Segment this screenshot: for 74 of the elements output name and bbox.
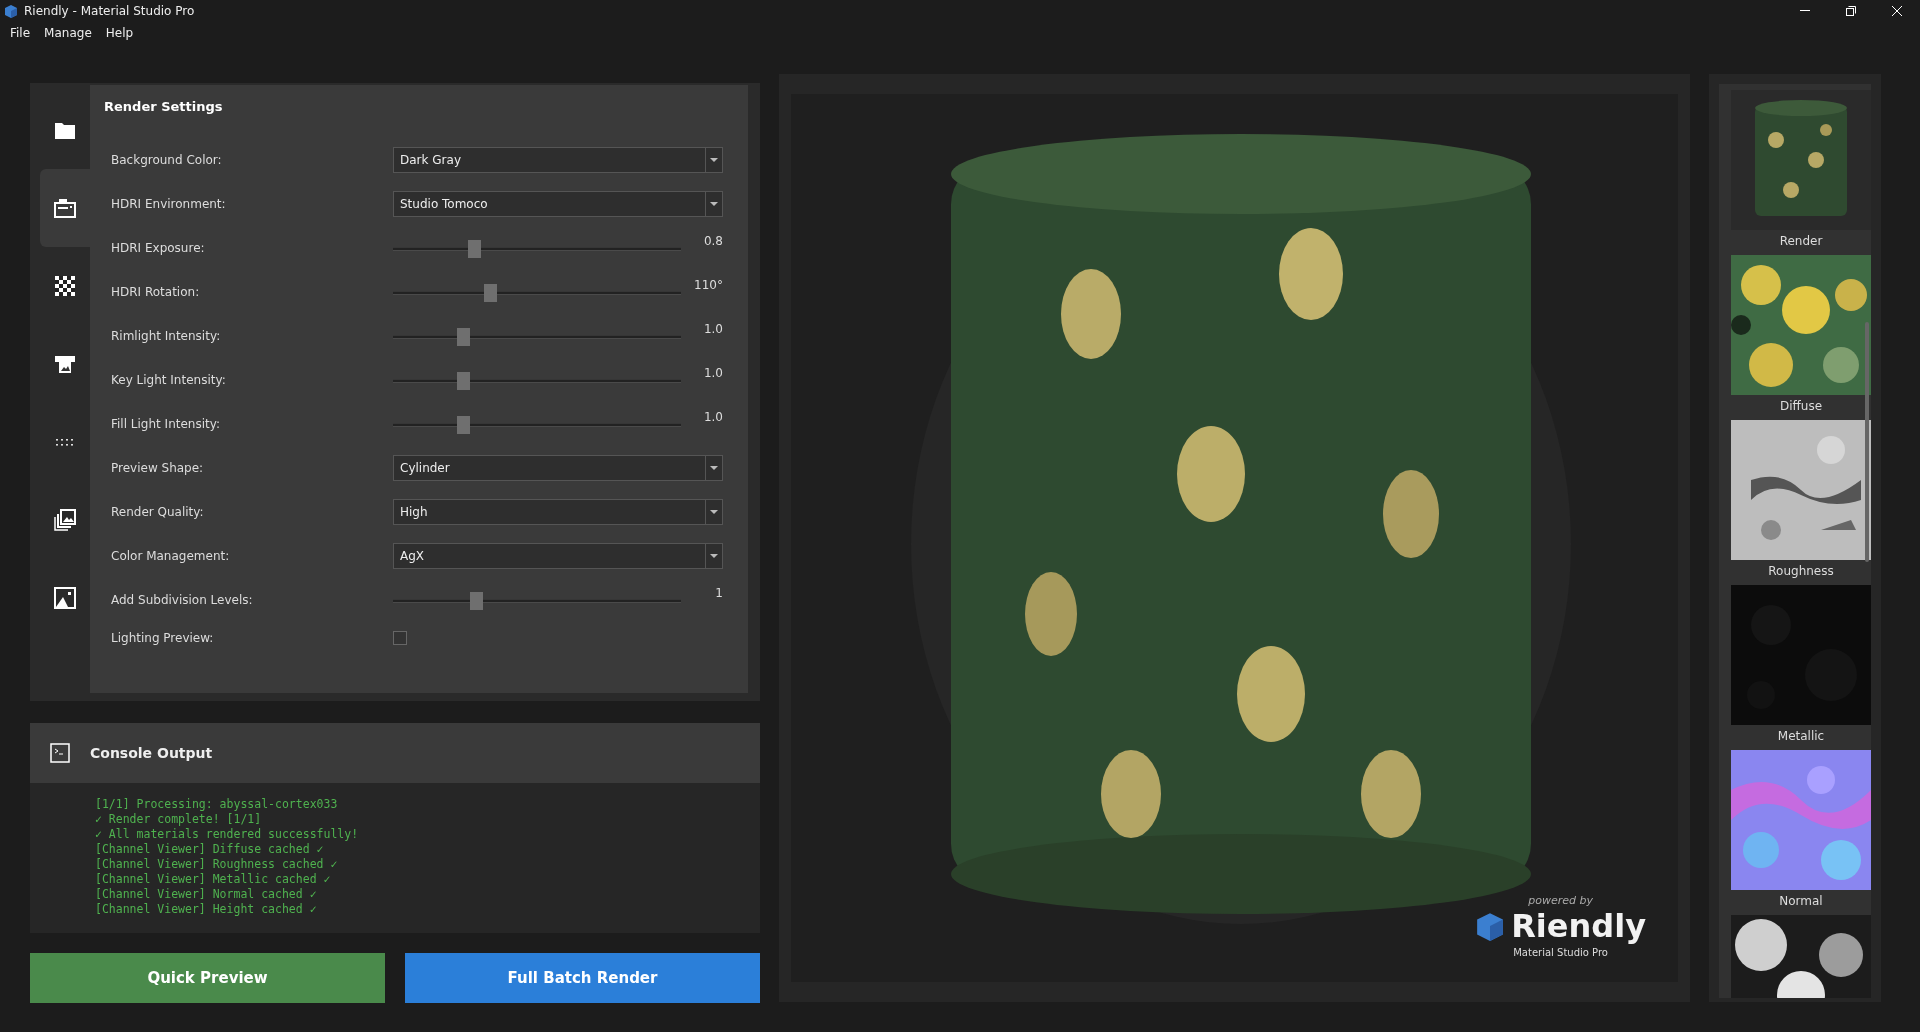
channel-label: Diffuse [1779, 398, 1823, 415]
setting-label: Background Color: [111, 153, 223, 167]
channel-label: Metallic [1777, 728, 1825, 745]
channel-label: Normal [1779, 893, 1823, 910]
caret-icon [710, 466, 718, 470]
slider-value: 110° [694, 278, 723, 292]
slider-value: 1.0 [703, 366, 723, 380]
setting-label: Render Quality: [111, 505, 205, 519]
slider-value: 0.8 [703, 234, 723, 248]
setting-label: Rimlight Intensity: [111, 329, 222, 343]
console-line: [Channel Viewer] Normal cached ✓ [95, 887, 318, 902]
camera-icon [54, 198, 76, 218]
slider-handle[interactable] [470, 592, 484, 610]
setting-label: HDRI Rotation: [111, 285, 201, 299]
slider-value: 1 [715, 586, 723, 600]
setting-label: Fill Light Intensity: [111, 417, 221, 431]
caret-icon [710, 158, 718, 162]
menu-item[interactable]: File [10, 26, 31, 40]
setting-label: HDRI Environment: [111, 197, 227, 211]
setting-label: Add Subdivision Levels: [111, 593, 254, 607]
slider-handle[interactable] [457, 372, 471, 390]
restore-icon [1846, 6, 1856, 16]
close-icon [1892, 6, 1902, 16]
console-line: [Channel Viewer] Diffuse cached ✓ [95, 842, 325, 857]
minimize-icon [1800, 10, 1810, 12]
window-title: Riendly - Material Studio Pro [24, 4, 195, 18]
panel-title: Render Settings [104, 99, 224, 114]
menu-item[interactable]: Manage [44, 26, 92, 40]
channel-label: Render [1779, 233, 1823, 250]
slider-handle[interactable] [467, 240, 481, 258]
dropdown[interactable]: Dark Gray [393, 147, 723, 173]
channel-label: Roughness [1768, 563, 1834, 580]
brand-name: Riendly [1511, 907, 1646, 945]
checkbox[interactable] [393, 631, 407, 645]
dropdown[interactable]: AgX [393, 543, 723, 569]
menu-item[interactable]: Help [105, 26, 134, 40]
checkerboard-icon [55, 276, 75, 296]
slider-handle[interactable] [457, 416, 471, 434]
setting-label: Preview Shape: [111, 461, 205, 475]
dotted-grid-icon [55, 438, 75, 446]
console-title: Console Output [90, 745, 213, 761]
printer-icon [54, 354, 76, 374]
render-button[interactable]: Full Batch Render [405, 953, 760, 1003]
slider-handle[interactable] [457, 328, 471, 346]
image-stack-icon [54, 509, 76, 531]
render-button[interactable]: Quick Preview [30, 953, 385, 1003]
sidebar-item[interactable] [40, 169, 90, 247]
product-name: Material Studio Pro [1513, 947, 1608, 958]
caret-icon [710, 554, 718, 558]
slider-value: 1.0 [703, 410, 723, 424]
console-line: ✓ All materials rendered successfully! [95, 827, 360, 842]
caret-icon [710, 510, 718, 514]
slider-value: 1.0 [703, 322, 723, 336]
cube-icon [4, 4, 18, 18]
dropdown[interactable]: Studio Tomoco [393, 191, 723, 217]
setting-label: Lighting Preview: [111, 631, 215, 645]
console-line: [Channel Viewer] Height cached ✓ [95, 902, 318, 917]
terminal-icon [50, 743, 70, 763]
folder-icon [54, 120, 76, 140]
dropdown[interactable]: Cylinder [393, 455, 723, 481]
slider-handle[interactable] [483, 284, 497, 302]
setting-label: Color Management: [111, 549, 231, 563]
cube-icon [1475, 911, 1506, 941]
dropdown[interactable]: High [393, 499, 723, 525]
setting-label: HDRI Exposure: [111, 241, 206, 255]
console-line: ✓ Render complete! [1/1] [95, 812, 263, 827]
caret-icon [710, 202, 718, 206]
console-line: [Channel Viewer] Roughness cached ✓ [95, 857, 339, 872]
scrollbar[interactable] [1865, 322, 1869, 562]
tagline: powered by [1528, 894, 1593, 907]
console-line: [1/1] Processing: abyssal-cortex033 [95, 797, 339, 812]
console-line: [Channel Viewer] Metallic cached ✓ [95, 872, 332, 887]
image-icon [54, 587, 76, 609]
setting-label: Key Light Intensity: [111, 373, 227, 387]
